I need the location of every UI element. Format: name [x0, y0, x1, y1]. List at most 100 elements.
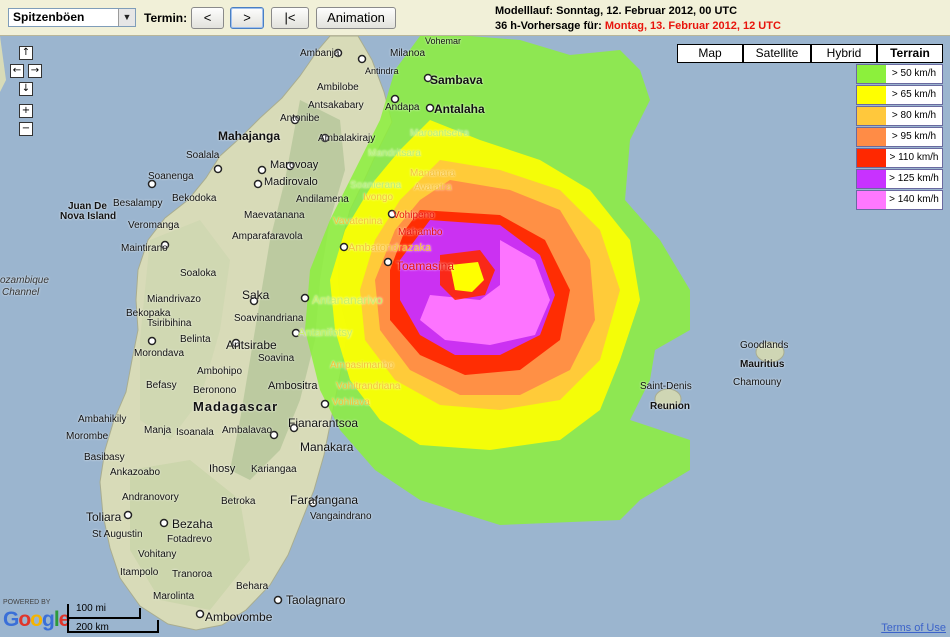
powered-by-label: POWERED BY [3, 599, 51, 606]
place-label-saka: Saka [242, 288, 270, 302]
zoom-in-button[interactable]: + [19, 104, 33, 118]
termin-label: Termin: [144, 11, 188, 25]
place-label-maintirano: Maintirano [121, 243, 168, 254]
place-label-vohitrandriana: Vohitrandriana [336, 381, 401, 392]
place-label-reunion: Reunion [650, 401, 690, 412]
place-label-milanoa: Milanoa [390, 48, 426, 59]
legend-label: > 65 km/h [891, 89, 937, 100]
place-label-soanenga: Soanenga [148, 171, 194, 182]
model-run-value: Sonntag, 12. Februar 2012, 00 UTC [556, 5, 738, 17]
place-label-beronono: Beronono [193, 385, 237, 396]
place-label-soalala: Soalala [186, 150, 220, 161]
place-label-marolinta: Marolinta [153, 591, 195, 602]
place-label-befasy: Befasy [146, 380, 177, 391]
place-label-taolagnaro: Taolagnaro [286, 593, 346, 607]
place-label-manakara: Manakara [300, 440, 354, 454]
place-label-vohitany: Vohitany [138, 549, 177, 560]
place-label-mauritius: Mauritius [740, 359, 785, 370]
parameter-select[interactable]: Spitzenböen ▼ [8, 8, 136, 27]
place-label-toamasina: Toamasina [396, 259, 455, 273]
zoom-out-button[interactable]: − [19, 122, 33, 136]
place-label-ihosy: Ihosy [209, 463, 236, 475]
place-label-antsakabary: Antsakabary [308, 100, 364, 111]
place-label-ambalavao: Ambalavao [222, 425, 273, 436]
legend-row: > 80 km/h [856, 106, 943, 126]
next-button[interactable]: > [230, 7, 264, 29]
legend-label: > 95 km/h [891, 131, 937, 142]
pan-left-button[interactable]: ← [10, 64, 24, 78]
place-label-antalaha: Antalaha [434, 102, 485, 116]
place-label-morondava: Morondava [134, 348, 185, 359]
forecast-label: 36 h-Vorhersage für: [495, 20, 602, 32]
scale-mi: 100 mi [76, 603, 107, 614]
place-label-vavatenina: Vavatenina [333, 216, 383, 227]
legend-row: > 95 km/h [856, 127, 943, 147]
place-label-soaloka: Soaloka [180, 268, 217, 279]
place-label-avaratra: Avaratra [414, 182, 452, 193]
legend-row: > 110 km/h [856, 148, 943, 168]
legend-label: > 80 km/h [891, 110, 937, 121]
place-label-saintdenis: Saint-Denis [640, 381, 692, 392]
legend-label: > 110 km/h [889, 152, 939, 163]
place-label-sambava: Sambava [430, 73, 483, 87]
legend-swatch [857, 149, 886, 167]
chevron-down-icon[interactable]: ▼ [118, 9, 135, 26]
place-label-ambositra: Ambositra [268, 380, 318, 392]
maptype-map[interactable]: Map [677, 44, 743, 63]
legend-swatch [857, 86, 886, 104]
model-info: Modelllauf: Sonntag, 12. Februar 2012, 0… [495, 4, 781, 34]
place-label-besalampy: Besalampy [113, 198, 163, 209]
legend-swatch [857, 170, 886, 188]
maptype-terrain[interactable]: Terrain [877, 44, 943, 63]
place-label-antonibe: Antonibe [280, 113, 320, 124]
place-label-soavinandriana: Soavinandriana [234, 313, 304, 324]
place-label-madirovalo: Madirovalo [264, 176, 318, 188]
legend-label: > 140 km/h [889, 194, 939, 205]
toolbar: Spitzenböen ▼ Termin: < > |< Animation M… [0, 0, 950, 36]
place-label-antsirabe: Antsirabe [226, 338, 277, 352]
place-label-mananara: Mananara [410, 168, 456, 179]
pan-right-button[interactable]: → [28, 64, 42, 78]
previous-button[interactable]: < [191, 7, 224, 29]
legend-swatch [857, 128, 886, 146]
pan-down-button[interactable]: ↓ [19, 82, 33, 96]
place-label-mandritsara: Mandritsara [368, 148, 421, 159]
place-label-morombe: Morombe [66, 431, 109, 442]
scale-km: 200 km [76, 622, 109, 633]
maptype-satellite[interactable]: Satellite [743, 44, 811, 63]
place-label-fianarantsoa: Fianarantsoa [288, 416, 359, 430]
place-label-vangaindrano: Vangaindrano [310, 511, 372, 522]
place-label-andranovory: Andranovory [122, 492, 179, 503]
place-label-soanierana: Soanierana [350, 180, 402, 191]
place-label-ambahikily: Ambahikily [78, 414, 127, 425]
first-button[interactable]: |< [271, 7, 309, 29]
place-label-kariangaa: Kariangaa [251, 464, 297, 475]
place-label-vohipeno: Vohipeno [393, 210, 435, 221]
place-label-manja: Manja [144, 425, 172, 436]
maptype-hybrid[interactable]: Hybrid [811, 44, 877, 63]
legend-label: > 50 km/h [891, 68, 937, 79]
place-label-miandrivazo: Miandrivazo [147, 294, 201, 305]
place-label-ankazoabo: Ankazoabo [110, 467, 161, 478]
place-label-marovoay: Marovoay [270, 159, 319, 171]
place-label-antindra: Antindra [365, 66, 399, 76]
place-label-ivongo: Ivongo [363, 192, 394, 203]
place-label-chamouny: Chamouny [733, 377, 782, 388]
place-label-bekodoka: Bekodoka [172, 193, 217, 204]
pan-up-button[interactable]: ↑ [19, 46, 33, 60]
place-label-andilamena: Andilamena [296, 194, 349, 205]
place-label-tranoroa: Tranoroa [172, 569, 213, 580]
legend-swatch [857, 107, 886, 125]
place-label-basibasy: Basibasy [84, 452, 125, 463]
map-canvas[interactable]: Ambanja Milanoa Vohemar Sambava Antindra Ambi… [0, 36, 950, 637]
legend-label: > 125 km/h [889, 173, 939, 184]
place-label-antananarivo: Antananarivo [312, 293, 383, 307]
forecast-value: Montag, 13. Februar 2012, 12 UTC [604, 20, 781, 32]
place-label-madagascar: Madagascar [193, 399, 279, 414]
place-label-ampasimanbo: Ampasimanbo [330, 360, 394, 371]
google-logo[interactable]: Google [3, 608, 70, 632]
terms-of-use-link[interactable]: Terms of Use [881, 622, 946, 634]
place-label-fotadrevo: Fotadrevo [167, 534, 213, 545]
animation-button[interactable]: Animation [316, 7, 396, 29]
place-label-ambilobe: Ambilobe [317, 82, 359, 93]
